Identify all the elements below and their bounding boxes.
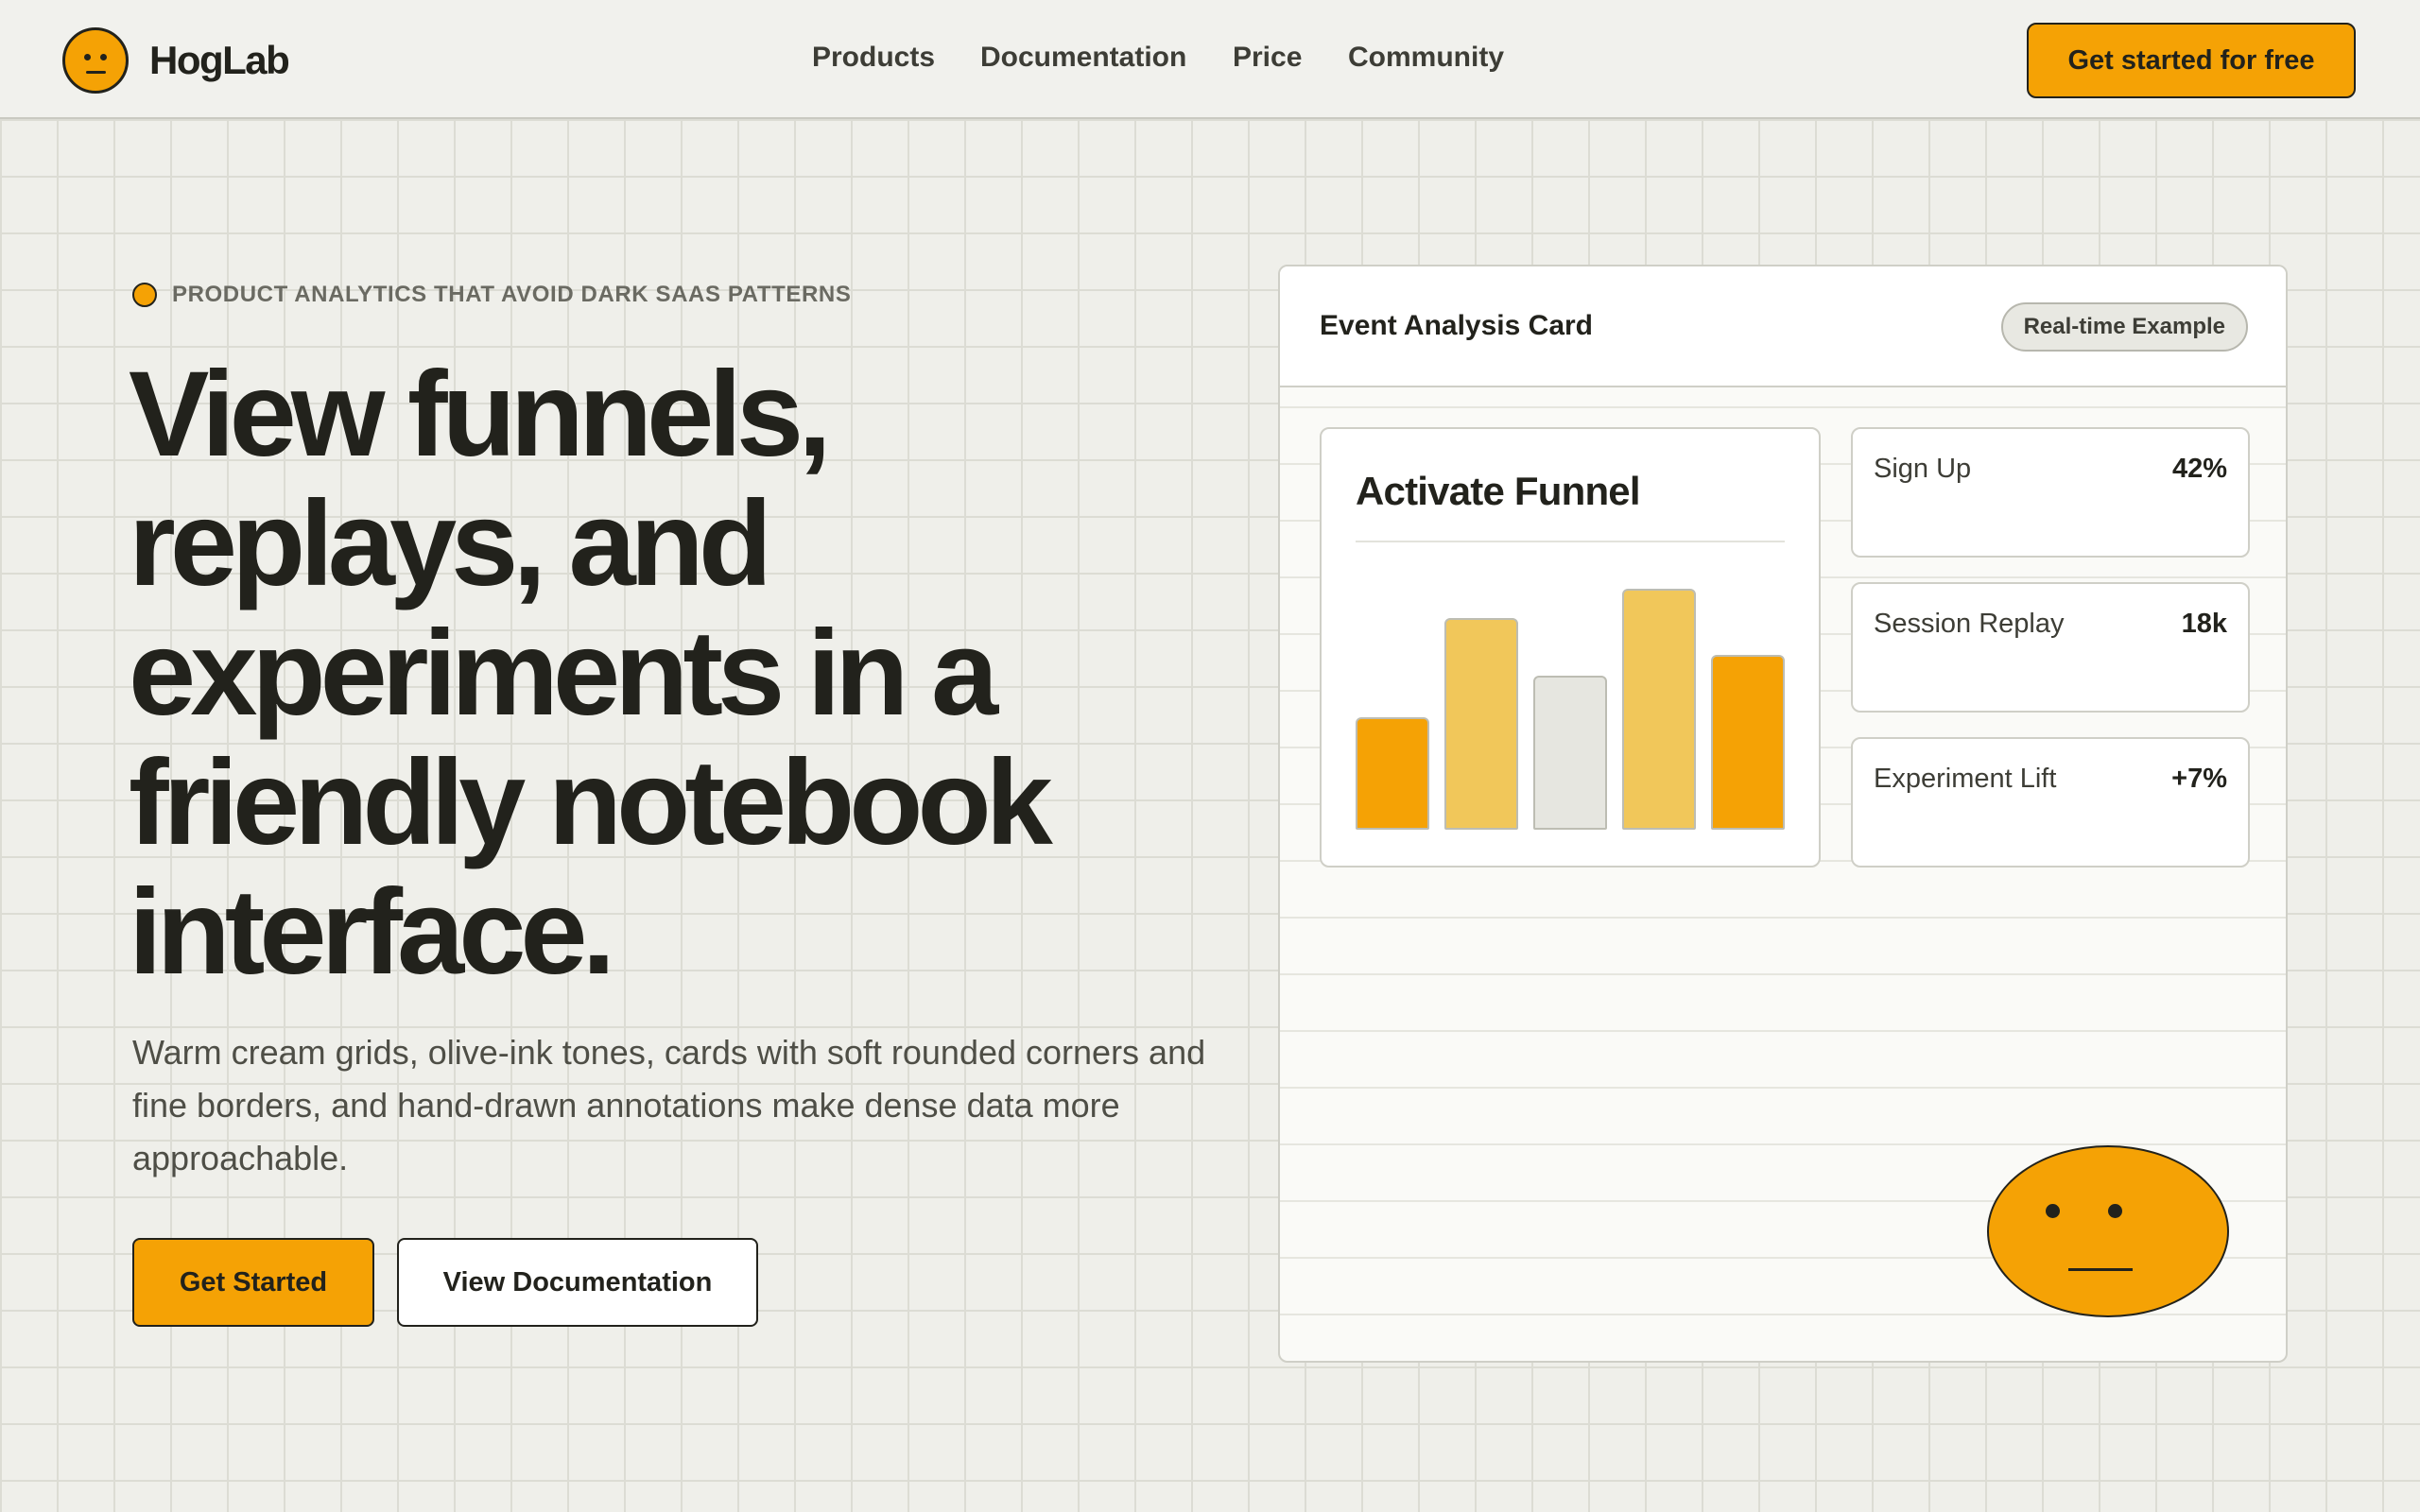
get-started-button[interactable]: Get Started (132, 1238, 374, 1327)
card-header: Event Analysis Card Real-time Example (1280, 266, 2286, 387)
nav-link-documentation[interactable]: Documentation (980, 42, 1186, 74)
funnel-bar-chart (1356, 580, 1787, 830)
event-analysis-card: Event Analysis Card Real-time Example Ac… (1278, 265, 2288, 1363)
view-documentation-button[interactable]: View Documentation (397, 1238, 758, 1327)
metric-value: +7% (2171, 764, 2227, 794)
dot-icon (132, 283, 157, 307)
site-header: HogLab Products Documentation Price Comm… (0, 0, 2420, 119)
realtime-badge: Real-time Example (2000, 302, 2248, 352)
eyebrow-text: PRODUCT ANALYTICS THAT AVOID DARK SAAS P… (172, 282, 852, 307)
funnel-bar (1444, 618, 1518, 830)
divider (1356, 541, 1785, 542)
metric-label: Sign Up (1874, 454, 1972, 484)
metric-experiment-lift: Experiment Lift +7% (1851, 737, 2250, 868)
eyebrow: PRODUCT ANALYTICS THAT AVOID DARK SAAS P… (132, 282, 851, 308)
metric-label: Session Replay (1874, 609, 2065, 639)
funnel-bar (1711, 655, 1785, 830)
metric-session-replay: Session Replay 18k (1851, 582, 2250, 713)
metric-value: 18k (2181, 609, 2227, 639)
nav-link-price[interactable]: Price (1233, 42, 1302, 74)
nav-link-products[interactable]: Products (812, 42, 935, 74)
funnel-bar (1533, 676, 1607, 830)
metric-label: Experiment Lift (1874, 764, 2057, 794)
funnel-bar (1622, 589, 1696, 830)
nav-link-community[interactable]: Community (1348, 42, 1504, 74)
hero-headline: View funnels, replays, and experiments i… (129, 347, 1053, 1000)
card-title: Event Analysis Card (1320, 310, 1593, 341)
metric-sign-up: Sign Up 42% (1851, 427, 2250, 558)
metric-value: 42% (2171, 454, 2227, 484)
activate-funnel-card: Activate Funnel (1320, 427, 1821, 868)
get-started-free-button[interactable]: Get started for free (2027, 23, 2356, 98)
neutral-face-icon (1987, 1145, 2229, 1317)
funnel-title: Activate Funnel (1356, 469, 1641, 513)
hero-description: Warm cream grids, olive-ink tones, cards… (132, 1033, 1206, 1177)
funnel-bar (1356, 717, 1429, 830)
